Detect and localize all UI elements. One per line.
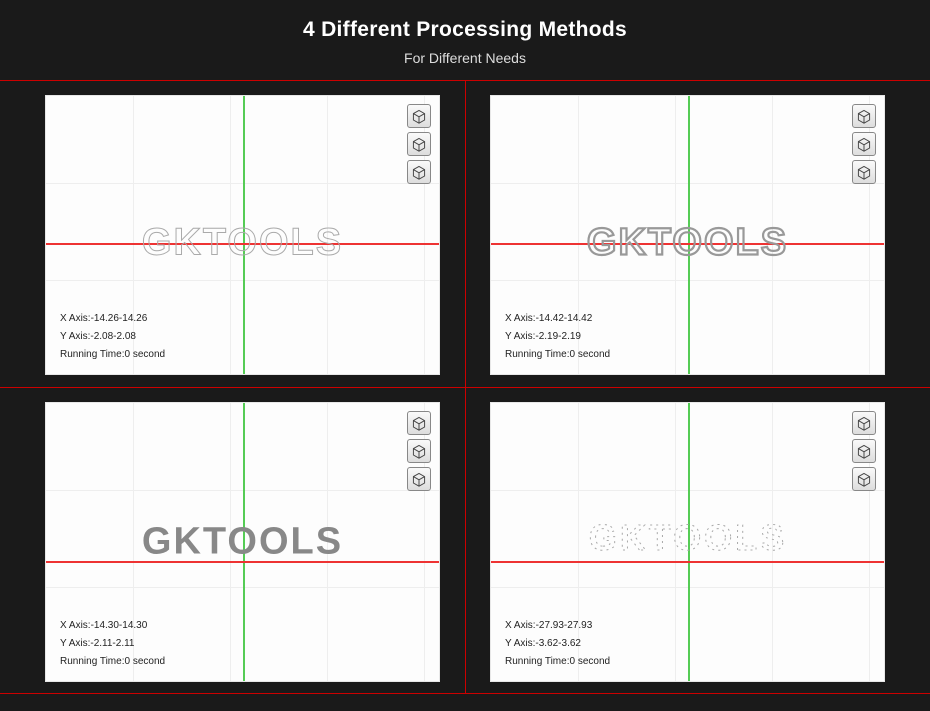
y-axis-label: Y Axis:-2.08-2.08 (60, 328, 165, 346)
view-icons (852, 411, 876, 491)
view-icons (407, 104, 431, 184)
view-btn-1[interactable] (407, 104, 431, 128)
cube-icon (411, 108, 427, 124)
view-btn-2[interactable] (407, 439, 431, 463)
view-btn-3[interactable] (407, 467, 431, 491)
runtime-label: Running Time:0 second (505, 346, 610, 364)
cube-icon (411, 136, 427, 152)
cube-icon (856, 136, 872, 152)
view-icons (852, 104, 876, 184)
logo-outline: GKTOOLS (142, 222, 343, 265)
cube-icon (411, 443, 427, 459)
runtime-label: Running Time:0 second (60, 653, 165, 671)
cube-icon (411, 415, 427, 431)
page-title: 4 Different Processing Methods (0, 18, 930, 42)
view-btn-1[interactable] (407, 411, 431, 435)
view-btn-1[interactable] (852, 104, 876, 128)
info-block: X Axis:-14.26-14.26 Y Axis:-2.08-2.08 Ru… (60, 310, 165, 364)
panel-bl: GKTOOLS X Axis:-14.30-14.30 Y Axis:-2.11… (45, 402, 440, 682)
x-axis-label: X Axis:-27.93-27.93 (505, 617, 610, 635)
view-btn-1[interactable] (852, 411, 876, 435)
info-block: X Axis:-14.30-14.30 Y Axis:-2.11-2.11 Ru… (60, 617, 165, 671)
cube-icon (856, 471, 872, 487)
divider-mid-v (465, 80, 466, 694)
header: 4 Different Processing Methods For Diffe… (0, 0, 930, 80)
logo-bold-outline: GKTOOLS (587, 222, 788, 265)
cube-icon (856, 164, 872, 180)
runtime-label: Running Time:0 second (505, 653, 610, 671)
cube-icon (856, 443, 872, 459)
x-axis-label: X Axis:-14.42-14.42 (505, 310, 610, 328)
panel-br: GKTOOLS X Axis:-27.93-27.93 Y Axis:-3.62… (490, 402, 885, 682)
y-axis-label: Y Axis:-3.62-3.62 (505, 635, 610, 653)
cube-icon (411, 471, 427, 487)
view-btn-2[interactable] (852, 439, 876, 463)
cube-icon (856, 108, 872, 124)
info-block: X Axis:-14.42-14.42 Y Axis:-2.19-2.19 Ru… (505, 310, 610, 364)
logo-fill: GKTOOLS (142, 521, 343, 564)
logo-dots-text: GKTOOLS (588, 522, 786, 558)
panel-tr: GKTOOLS X Axis:-14.42-14.42 Y Axis:-2.19… (490, 95, 885, 375)
runtime-label: Running Time:0 second (60, 346, 165, 364)
panel-tl: GKTOOLS X Axis:-14.26-14.26 Y Axis:-2.08… (45, 95, 440, 375)
view-btn-3[interactable] (852, 467, 876, 491)
view-icons (407, 411, 431, 491)
x-axis-label: X Axis:-14.26-14.26 (60, 310, 165, 328)
cube-icon (856, 415, 872, 431)
view-btn-3[interactable] (852, 160, 876, 184)
page-subtitle: For Different Needs (0, 50, 930, 66)
x-axis-label: X Axis:-14.30-14.30 (60, 617, 165, 635)
y-axis-label: Y Axis:-2.19-2.19 (505, 328, 610, 346)
view-btn-3[interactable] (407, 160, 431, 184)
info-block: X Axis:-27.93-27.93 Y Axis:-3.62-3.62 Ru… (505, 617, 610, 671)
y-axis-label: Y Axis:-2.11-2.11 (60, 635, 165, 653)
view-btn-2[interactable] (852, 132, 876, 156)
view-btn-2[interactable] (407, 132, 431, 156)
logo-dots: GKTOOLS (528, 522, 848, 562)
cube-icon (411, 164, 427, 180)
panel-grid: GKTOOLS X Axis:-14.26-14.26 Y Axis:-2.08… (0, 80, 930, 694)
